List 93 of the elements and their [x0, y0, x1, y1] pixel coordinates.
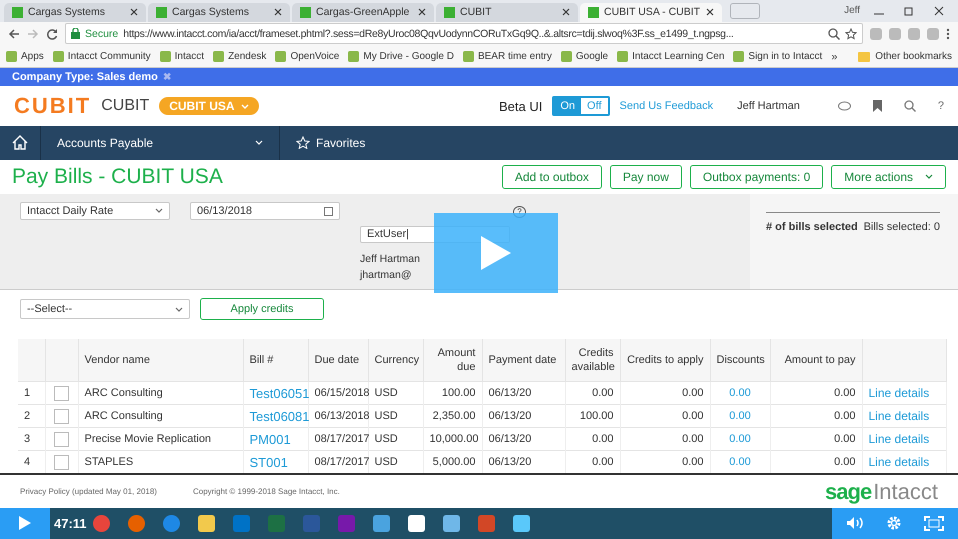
apply-credits-button[interactable]: Apply credits: [200, 298, 324, 320]
module-menu[interactable]: Accounts Payable: [41, 126, 280, 160]
bookmark[interactable]: OpenVoice: [290, 51, 340, 62]
table-cell: Precise Movie Replication: [78, 428, 243, 451]
table-cell: 0.00: [565, 450, 620, 474]
table-cell: 100.00: [565, 404, 620, 428]
browser-tab[interactable]: Cargas Systems: [4, 2, 146, 22]
playback-time: 47:11: [54, 516, 87, 531]
browser-tab[interactable]: Cargas Systems: [148, 2, 290, 22]
copyright-text: Copyright © 1999-2018 Sage Intacct, Inc.: [192, 487, 340, 496]
table-cell: 2,350.00: [423, 404, 482, 428]
bills-selected-value: Bills selected: 0: [864, 220, 940, 233]
column-header: Currency: [368, 339, 423, 382]
rate-select[interactable]: Intacct Daily Rate: [20, 202, 170, 220]
beta-ui-label: Beta UI: [499, 98, 542, 114]
bookmark[interactable]: Sign in to Intacct: [748, 51, 822, 62]
other-bookmarks[interactable]: Other bookmarks: [875, 51, 952, 62]
bookmark[interactable]: Google: [576, 51, 608, 62]
url-text: https://www.intacct.com/ia/acct/frameset.phtml?.sess=dRe8yUroc08QqvUodynnCORuTxGq9Q..&.altsrc=tdij.slwoq%3F.ss_e1499_t.ngpsg...: [123, 28, 735, 40]
company-name: CUBIT: [101, 97, 150, 116]
column-header: Credits available: [565, 339, 620, 382]
column-header: Amount due: [423, 339, 482, 382]
logo: CUBIT: [14, 93, 92, 120]
table-cell: 0.00: [770, 382, 862, 405]
column-header: Payment date: [482, 339, 565, 382]
table-cell: STAPLES: [78, 450, 243, 474]
table-cell: 06/15/2018: [308, 382, 368, 405]
privacy-link[interactable]: Privacy Policy (updated May 01, 2018): [20, 487, 157, 496]
action-button[interactable]: Outbox payments: 0: [690, 164, 824, 189]
address-bar[interactable]: Secure https://www.intacct.com/ia/acct/frameset.phtml?.sess=dRe8yUroc08QqvUodynnCORuTxGq9Q..&.altsrc=tdij.slwoq%3F.ss_e1499_t.ngpsg...: [65, 23, 863, 44]
profile-name[interactable]: Jeff: [844, 5, 860, 16]
table-cell: 0.00: [770, 428, 862, 451]
table-cell: ARC Consulting: [78, 404, 243, 428]
page-title: Pay Bills - CUBIT USA: [12, 164, 223, 189]
bookmark[interactable]: My Drive - Google D: [363, 51, 454, 62]
table-cell: 0.00: [565, 382, 620, 405]
table-cell: 0.00: [620, 428, 710, 451]
table-cell: 5,000.00: [423, 450, 482, 474]
row-number: 2: [18, 404, 45, 428]
column-header: Due date: [308, 339, 368, 382]
action-button[interactable]: More actions: [831, 164, 946, 189]
company-type-label: Company Type: Sales demo: [12, 71, 158, 84]
table-cell: USD: [368, 428, 423, 451]
table-cell: 100.00: [423, 382, 482, 405]
table-cell: 0.00: [770, 404, 862, 428]
table-cell: 06/13/20: [482, 382, 565, 405]
column-header: Vendor name: [78, 339, 243, 382]
table-cell: USD: [368, 382, 423, 405]
bookmark[interactable]: Intacct Community: [68, 51, 151, 62]
row-number: 4: [18, 450, 45, 474]
table-cell: USD: [368, 450, 423, 474]
help-link[interactable]: ?: [938, 100, 944, 112]
table-cell: 06/13/2018: [308, 404, 368, 428]
table-cell: 0.00: [620, 404, 710, 428]
table-cell: 08/17/2017: [308, 428, 368, 451]
brand-mark: sage: [825, 478, 872, 505]
column-header: Bill #: [243, 339, 308, 382]
action-button[interactable]: Pay now: [610, 164, 682, 189]
table-cell: ARC Consulting: [78, 382, 243, 405]
table-cell: 0.00: [620, 382, 710, 405]
row-number: 3: [18, 428, 45, 451]
bookmark[interactable]: Apps: [21, 51, 44, 62]
column-header: Amount to pay: [770, 339, 862, 382]
table-cell: 06/13/20: [482, 428, 565, 451]
table-cell: 0.00: [770, 450, 862, 474]
table-cell: 0.00: [565, 428, 620, 451]
secure-label: Secure: [85, 28, 118, 40]
contact-name: Jeff Hartman: [360, 252, 421, 265]
column-header: Credits to apply: [620, 339, 710, 382]
table-cell: 06/13/20: [482, 450, 565, 474]
table-cell: 06/13/20: [482, 404, 565, 428]
row-number: 1: [18, 382, 45, 405]
table-cell: 08/17/2017: [308, 450, 368, 474]
browser-tab[interactable]: CUBIT USA - CUBIT: [580, 2, 722, 22]
bookmarks-overflow[interactable]: »: [831, 50, 838, 63]
column-header: Discounts: [710, 339, 770, 382]
table-cell: 0.00: [620, 450, 710, 474]
action-button[interactable]: Add to outbox: [502, 164, 602, 189]
contact-email: jhartman@: [360, 268, 413, 281]
bookmark[interactable]: Intacct Learning Cen: [632, 51, 724, 62]
favorites-menu[interactable]: Favorites: [280, 126, 382, 160]
date-field[interactable]: 06/13/2018: [190, 202, 340, 220]
bills-selected-label: # of bills selected: [766, 220, 858, 233]
table-cell: 10,000.00: [423, 428, 482, 451]
user-name[interactable]: Jeff Hartman: [737, 100, 800, 112]
browser-tab[interactable]: Cargas-GreenApple: [292, 2, 434, 22]
credits-select[interactable]: --Select--: [20, 299, 190, 320]
bookmark[interactable]: Zendesk: [228, 51, 266, 62]
bookmark[interactable]: Intacct: [174, 51, 204, 62]
browser-tab[interactable]: CUBIT: [436, 2, 578, 22]
table-cell: USD: [368, 404, 423, 428]
bookmark[interactable]: BEAR time entry: [478, 51, 552, 62]
brand-name: Intacct: [873, 478, 938, 505]
